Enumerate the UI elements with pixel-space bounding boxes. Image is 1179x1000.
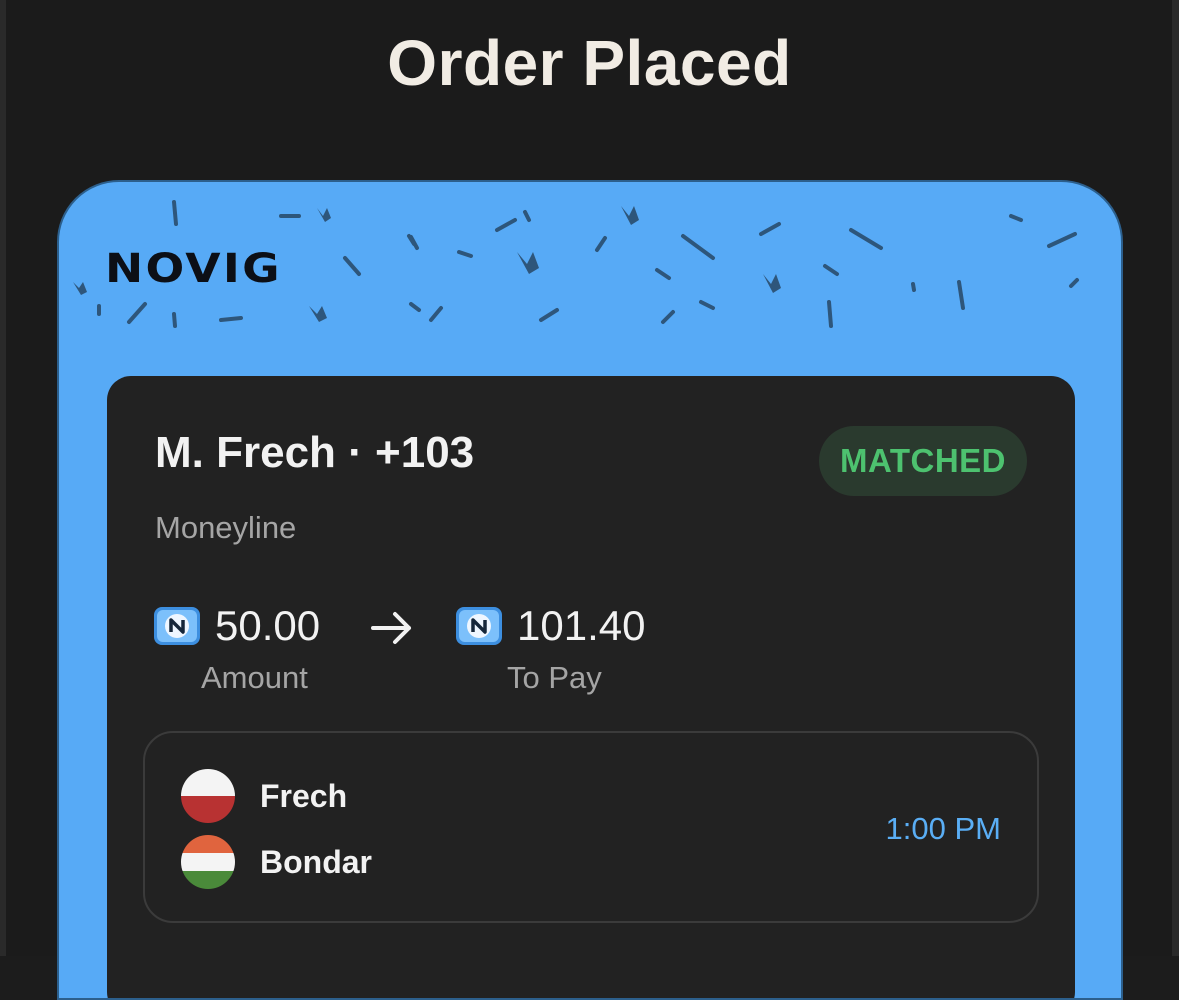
novig-logo: NOVIG <box>105 246 282 292</box>
event-time: 1:00 PM <box>885 811 1001 846</box>
screen-edge-right <box>1172 0 1179 956</box>
amount-block: 50.00 Amount <box>153 602 321 704</box>
order-ticket: NOVIG M. Frech · +103 MATCHED Moneyline … <box>57 180 1123 1000</box>
bet-card: M. Frech · +103 MATCHED Moneyline 50.00 … <box>107 376 1075 998</box>
page-title: Order Placed <box>387 27 792 99</box>
matchup-panel: Frech Bondar 1:00 PM <box>143 731 1039 923</box>
novig-coin-icon <box>154 607 200 645</box>
to-pay-value: 101.40 <box>517 602 646 649</box>
team-row: Frech <box>181 769 347 823</box>
team-name: Bondar <box>260 843 372 880</box>
arrow-right-icon <box>371 612 411 644</box>
amount-value: 50.00 <box>215 602 321 649</box>
status-badge: MATCHED <box>819 426 1027 496</box>
to-pay-block: 101.40 To Pay <box>455 602 646 704</box>
market-label: Moneyline <box>155 510 297 545</box>
poland-flag-icon <box>181 769 235 823</box>
novig-coin-icon <box>456 607 502 645</box>
selection-title: M. Frech · +103 <box>155 428 475 477</box>
team-name: Frech <box>260 777 348 814</box>
hungary-flag-icon <box>181 835 235 889</box>
to-pay-label: To Pay <box>507 660 602 695</box>
team-row: Bondar <box>181 835 372 889</box>
amount-label: Amount <box>201 660 308 695</box>
